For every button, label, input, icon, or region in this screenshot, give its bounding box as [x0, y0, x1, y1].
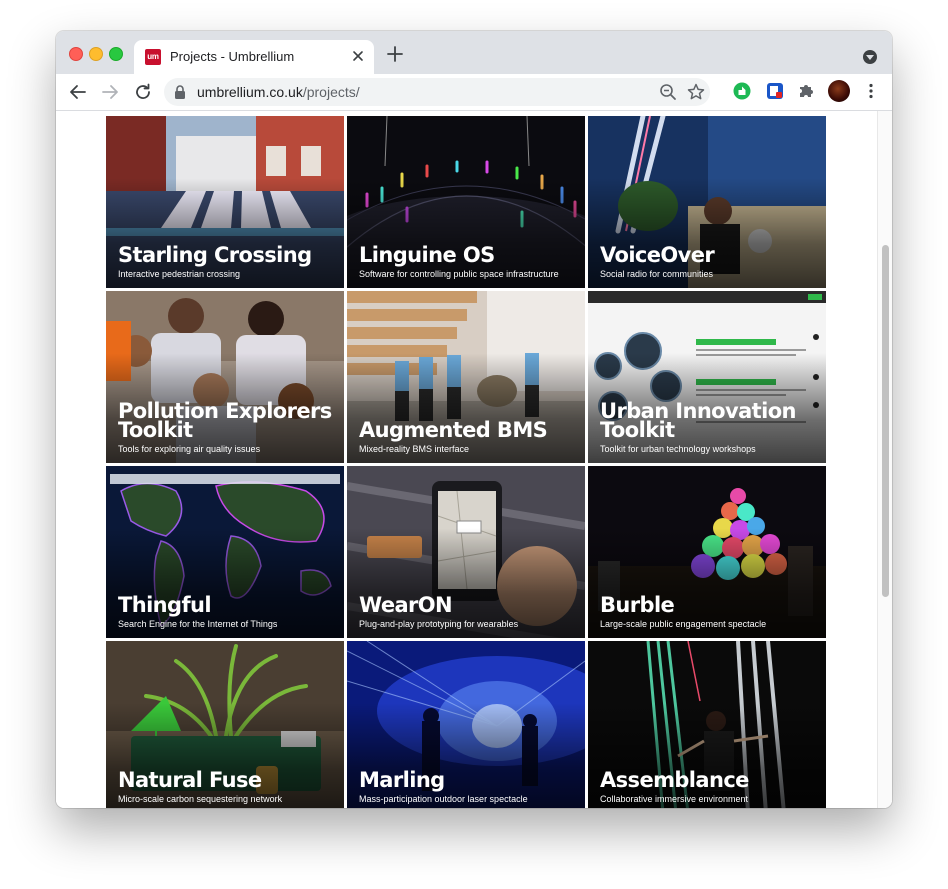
card-shade	[106, 703, 344, 808]
url-text[interactable]: umbrellium.co.uk/projects/	[197, 84, 360, 100]
project-subtitle: Toolkit for urban technology workshops	[600, 444, 756, 454]
project-subtitle: Software for controlling public space in…	[359, 269, 559, 279]
project-title: Augmented BMS	[359, 418, 548, 442]
tab-title: Projects - Umbrellium	[170, 49, 295, 64]
reload-icon[interactable]	[132, 81, 154, 103]
project-title: Thingful	[118, 593, 212, 617]
projects-grid: Starling Crossing Interactive pedestrian…	[106, 111, 828, 808]
page-content: Starling Crossing Interactive pedestrian…	[56, 111, 892, 808]
project-card-burble[interactable]: Burble Large-scale public engagement spe…	[588, 466, 826, 638]
project-card-augmented-bms[interactable]: Augmented BMS Mixed-reality BMS interfac…	[347, 291, 585, 463]
vertical-scrollbar[interactable]	[877, 111, 892, 808]
project-subtitle: Large-scale public engagement spectacle	[600, 619, 767, 629]
forward-arrow-icon[interactable]	[99, 81, 121, 103]
project-title: Marling	[359, 768, 445, 792]
zoom-out-icon[interactable]	[658, 82, 678, 102]
project-title: Burble	[600, 593, 675, 617]
project-title: Linguine OS	[359, 243, 495, 267]
lock-icon[interactable]	[174, 85, 186, 99]
project-subtitle: Collaborative immersive environment	[600, 794, 749, 804]
tab-search-icon[interactable]	[863, 50, 877, 64]
extension-blue-icon[interactable]	[766, 82, 784, 100]
url-path: /projects/	[302, 84, 360, 100]
project-card-starling-crossing[interactable]: Starling Crossing Interactive pedestrian…	[106, 116, 344, 288]
browser-tab[interactable]: um Projects - Umbrellium	[134, 40, 374, 74]
project-card-urban-innovation-toolkit[interactable]: Urban Innovation Toolkit Toolkit for urb…	[588, 291, 826, 463]
browser-window: um Projects - Umbrellium umbrellium.co.u…	[56, 31, 892, 808]
extension-green-icon[interactable]	[733, 82, 751, 100]
project-card-linguine-os[interactable]: Linguine OS Software for controlling pub…	[347, 116, 585, 288]
project-subtitle: Micro-scale carbon sequestering network	[118, 794, 283, 804]
address-bar[interactable]: umbrellium.co.uk/projects/	[164, 78, 710, 106]
project-title: WearON	[359, 593, 453, 617]
project-card-natural-fuse[interactable]: Natural Fuse Micro-scale carbon sequeste…	[106, 641, 344, 808]
project-title: Pollution Explorers Toolkit	[118, 399, 332, 442]
project-title: VoiceOver	[600, 243, 715, 267]
project-card-assemblance[interactable]: Assemblance Collaborative immersive envi…	[588, 641, 826, 808]
project-card-marling[interactable]: Marling Mass-participation outdoor laser…	[347, 641, 585, 808]
project-subtitle: Social radio for communities	[600, 269, 714, 279]
project-card-thingful[interactable]: Thingful Search Engine for the Internet …	[106, 466, 344, 638]
project-subtitle: Interactive pedestrian crossing	[118, 269, 241, 279]
profile-avatar[interactable]	[828, 80, 850, 102]
card-shade	[347, 703, 585, 808]
url-host: umbrellium.co.uk	[197, 84, 303, 100]
window-close-button[interactable]	[69, 47, 83, 61]
project-subtitle: Plug-and-play prototyping for wearables	[359, 619, 519, 629]
card-shade	[588, 703, 826, 808]
project-card-wearon[interactable]: WearON Plug-and-play prototyping for wea…	[347, 466, 585, 638]
project-subtitle: Tools for exploring air quality issues	[118, 444, 261, 454]
window-maximize-button[interactable]	[109, 47, 123, 61]
back-arrow-icon[interactable]	[67, 81, 89, 103]
project-subtitle: Search Engine for the Internet of Things	[118, 619, 278, 629]
new-tab-plus-icon[interactable]	[386, 45, 404, 63]
tab-strip: um Projects - Umbrellium	[56, 31, 892, 74]
project-title: Natural Fuse	[118, 768, 262, 792]
project-title: Urban Innovation Toolkit	[600, 399, 796, 442]
umbrellium-favicon: um	[145, 49, 161, 65]
project-subtitle: Mixed-reality BMS interface	[359, 444, 470, 454]
more-menu-icon[interactable]	[862, 82, 880, 100]
project-card-voiceover[interactable]: VoiceOver Social radio for communities	[588, 116, 826, 288]
close-tab-icon[interactable]	[350, 48, 366, 64]
project-subtitle: Mass-participation outdoor laser spectac…	[359, 794, 528, 804]
project-card-pollution-explorers-toolkit[interactable]: Pollution Explorers Toolkit Tools for ex…	[106, 291, 344, 463]
puzzle-icon[interactable]	[797, 82, 815, 100]
scrollbar-thumb[interactable]	[882, 245, 889, 597]
project-title: Assemblance	[600, 768, 749, 792]
window-minimize-button[interactable]	[89, 47, 103, 61]
bookmark-star-icon[interactable]	[686, 82, 706, 102]
project-title: Starling Crossing	[118, 243, 312, 267]
browser-toolbar: umbrellium.co.uk/projects/	[56, 74, 892, 111]
